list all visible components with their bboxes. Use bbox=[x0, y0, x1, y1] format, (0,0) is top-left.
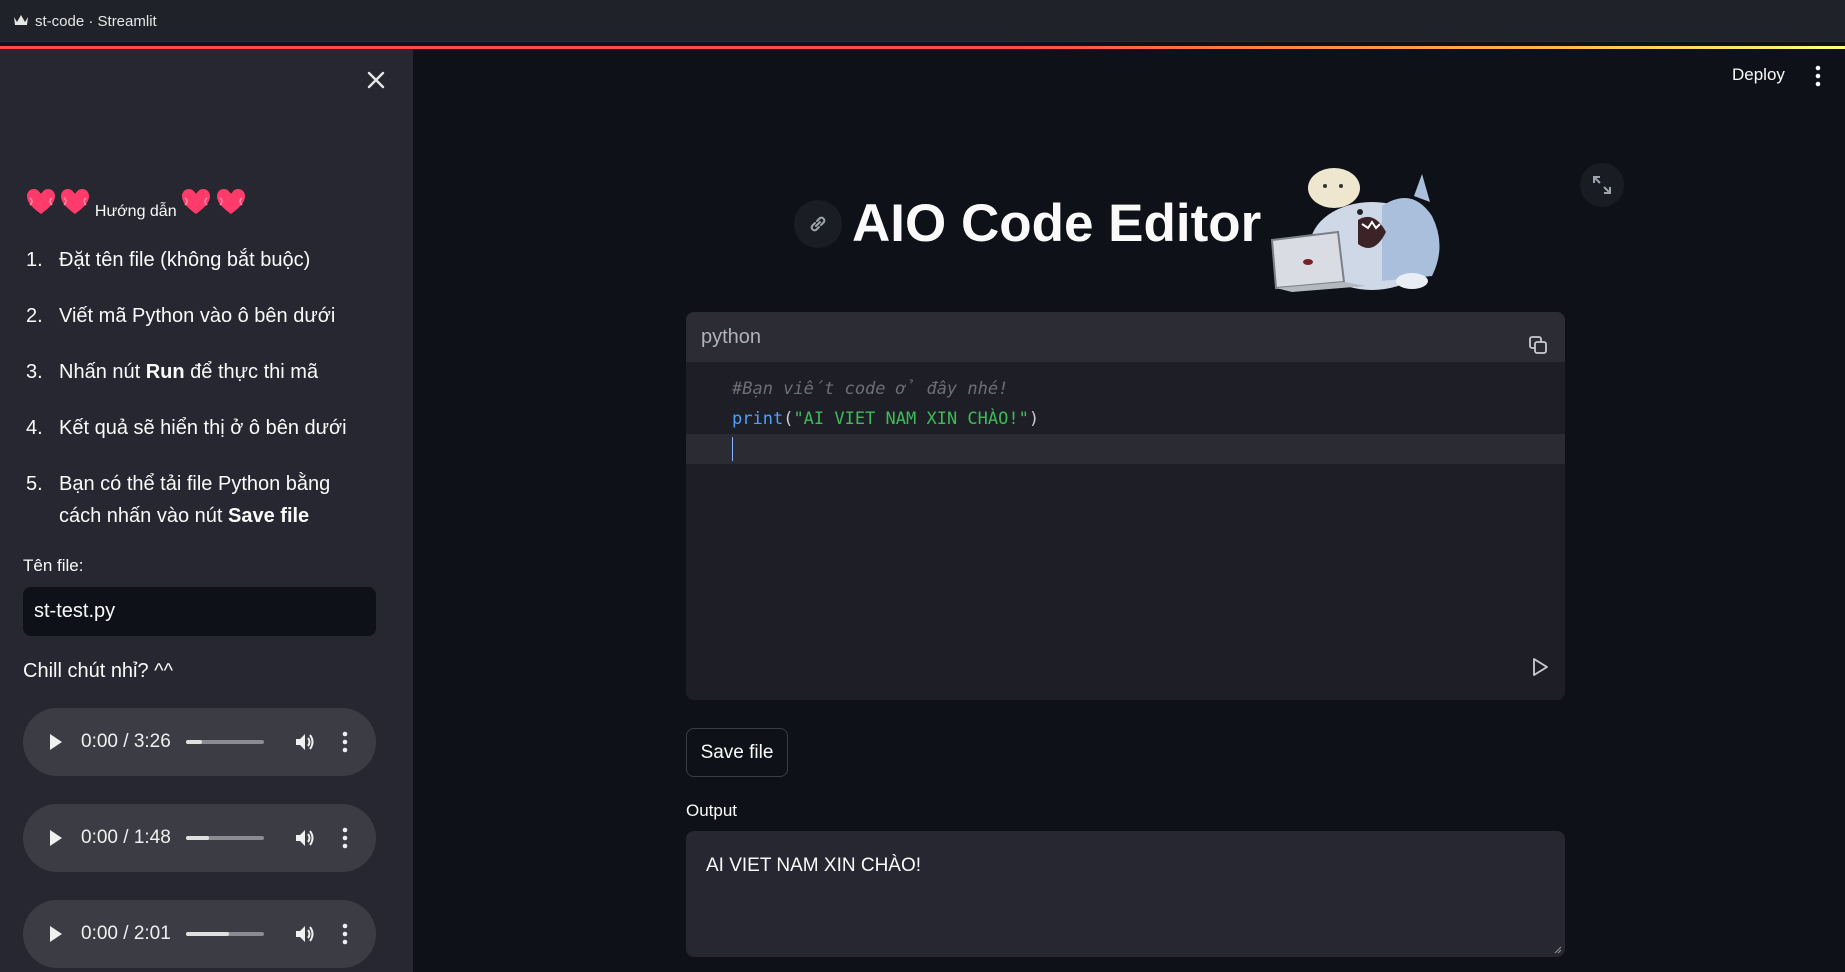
code-area[interactable]: #Bạn viết code ở đây nhé! print("AI VIET… bbox=[686, 374, 1565, 464]
audio-time: 0:00 / 2:01 bbox=[81, 923, 171, 944]
close-sidebar-icon[interactable] bbox=[362, 66, 390, 94]
more-options-icon[interactable] bbox=[341, 923, 349, 945]
heart-icon bbox=[182, 189, 211, 214]
file-name-input[interactable] bbox=[23, 587, 376, 636]
browser-title-bar: st-code · Streamlit bbox=[0, 0, 1845, 42]
list-item: 5. Bạn có thể tải file Python bằng cách … bbox=[26, 473, 336, 527]
output-text: AI VIET NAM XIN CHÀO! bbox=[706, 855, 922, 876]
chill-label: Chill chút nhỉ? ^^ bbox=[23, 660, 173, 682]
output-textarea[interactable]: AI VIET NAM XIN CHÀO! bbox=[686, 831, 1565, 957]
fullscreen-button[interactable] bbox=[1580, 163, 1624, 207]
more-options-icon[interactable] bbox=[341, 827, 349, 849]
file-name-label: Tên file: bbox=[23, 556, 84, 575]
code-line: print("AI VIET NAM XIN CHÀO!") bbox=[732, 409, 1040, 429]
heart-icon bbox=[61, 189, 90, 214]
audio-progress-slider[interactable] bbox=[186, 836, 264, 840]
play-icon[interactable] bbox=[48, 924, 64, 944]
audio-time: 0:00 / 3:26 bbox=[81, 731, 171, 752]
audio-progress-slider[interactable] bbox=[186, 740, 264, 744]
volume-icon[interactable] bbox=[293, 826, 317, 850]
heart-icon bbox=[27, 189, 55, 214]
more-options-icon[interactable] bbox=[341, 731, 349, 753]
output-label: Output bbox=[686, 801, 738, 820]
audio-player[interactable]: 0:00 / 3:26 bbox=[23, 708, 376, 776]
editor-language-label: python bbox=[701, 326, 762, 348]
code-line-active[interactable] bbox=[686, 434, 1565, 464]
save-file-button[interactable]: Save file bbox=[686, 728, 788, 777]
audio-player[interactable]: 0:00 / 2:01 bbox=[23, 900, 376, 968]
link-icon bbox=[810, 216, 826, 232]
volume-icon[interactable] bbox=[293, 730, 317, 754]
play-icon[interactable] bbox=[48, 828, 64, 848]
instruction-list: 1. Đặt tên file (không bắt buộc) 2. Viết… bbox=[26, 244, 386, 532]
list-item: 1. Đặt tên file (không bắt buộc) bbox=[26, 249, 311, 271]
sidebar-heading-text: Hướng dẫn bbox=[94, 203, 177, 220]
code-editor[interactable]: python #Bạn viết code ở đây nhé! print("… bbox=[686, 312, 1565, 700]
page-title: AIO Code Editor bbox=[852, 194, 1262, 253]
audio-time: 0:00 / 1:48 bbox=[81, 827, 171, 848]
tab-title: st-code · Streamlit bbox=[35, 13, 157, 30]
list-item: 2. Viết mã Python vào ô bên dưới bbox=[26, 305, 336, 327]
audio-progress-fill bbox=[186, 740, 202, 744]
audio-player[interactable]: 0:00 / 1:48 bbox=[23, 804, 376, 872]
audio-progress-slider[interactable] bbox=[186, 932, 264, 936]
title-anchor-link[interactable] bbox=[794, 200, 842, 248]
text-caret bbox=[732, 437, 733, 461]
list-item: 3. Nhấn nút Run để thực thi mã bbox=[26, 361, 319, 383]
audio-progress-fill bbox=[186, 932, 229, 936]
deploy-button[interactable]: Deploy bbox=[1732, 65, 1785, 85]
expand-icon bbox=[1593, 176, 1611, 194]
shark-mascot-laptop-image bbox=[1270, 168, 1440, 292]
heart-icon bbox=[216, 189, 245, 214]
main-menu-icon[interactable] bbox=[1814, 65, 1822, 87]
play-icon[interactable] bbox=[48, 732, 64, 752]
volume-icon[interactable] bbox=[293, 922, 317, 946]
list-item: 4. Kết quả sẽ hiển thị ở ô bên dưới bbox=[26, 417, 347, 439]
editor-language-bar: python bbox=[686, 312, 1565, 362]
audio-progress-fill bbox=[186, 836, 210, 840]
sidebar-heading: Hướng dẫn bbox=[26, 188, 246, 221]
code-line: #Bạn viết code ở đây nhé! bbox=[732, 379, 1009, 399]
run-icon[interactable] bbox=[1531, 657, 1549, 677]
copy-icon[interactable] bbox=[1528, 335, 1548, 355]
resize-grip-icon[interactable] bbox=[1552, 944, 1562, 954]
streamlit-crown-icon bbox=[14, 15, 28, 25]
